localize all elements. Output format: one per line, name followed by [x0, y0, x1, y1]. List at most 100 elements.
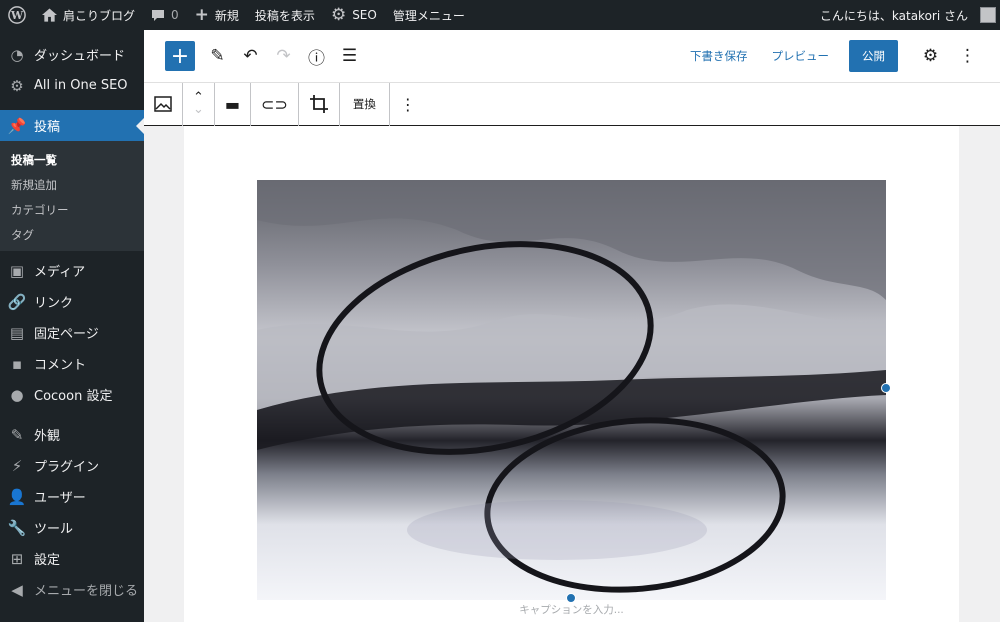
collapse-menu-button[interactable]: ◀ メニューを閉じる [0, 574, 144, 605]
align-button[interactable]: ▬ [215, 82, 252, 126]
sidebar-item-users[interactable]: 👤 ユーザー [0, 481, 144, 512]
sidebar-item-label: 外観 [34, 429, 61, 444]
caption-input[interactable]: キャプションを入力... [184, 602, 959, 617]
admin-menu-link[interactable]: 管理メニュー [385, 0, 473, 30]
sidebar-item-media[interactable]: ▣ メディア [0, 255, 144, 286]
link-icon: ⊂⊃ [261, 94, 288, 114]
editor-header: + ✎ ↶ ↷ ⓘ ☰ 下書き保存 プレビュー 公開 ⚙ ⋮ [144, 30, 1000, 83]
align-icon: ▬ [224, 94, 241, 114]
gear-icon: ⚙ [10, 76, 24, 95]
comment-icon: ▪ [11, 354, 23, 373]
gear-icon: ⚙ [922, 46, 939, 66]
replace-button[interactable]: 置換 [340, 82, 390, 126]
insert-link-button[interactable]: ⊂⊃ [251, 82, 299, 126]
sidebar-item-label: ツール [34, 522, 74, 537]
admin-bar: W 肩こりブログ 0 + 新規 投稿を表示 ⚙ SEO 管理メニュー こんにちは… [0, 0, 1000, 30]
site-name: 肩こりブログ [63, 8, 136, 23]
sidebar-item-label: メディア [34, 265, 86, 280]
list-view-button[interactable]: ☰ [333, 40, 366, 73]
avatar [980, 7, 996, 23]
sidebar-item-dashboard[interactable]: ◔ ダッシュボード [0, 39, 144, 70]
tools-button[interactable]: ✎ [201, 40, 234, 73]
sidebar-item-label: ユーザー [34, 491, 86, 506]
submenu-item-tags[interactable]: タグ [0, 222, 144, 247]
sidebar-item-label: All in One SEO [34, 78, 128, 93]
sidebar-item-posts[interactable]: 📌 投稿 [0, 110, 144, 141]
image-block-icon [154, 96, 172, 112]
settings-icon: ⊞ [10, 549, 24, 568]
sidebar-item-label: 設定 [34, 553, 61, 568]
admin-sidebar: ◔ ダッシュボード ⚙ All in One SEO 📌 投稿 投稿一覧 新規追… [0, 30, 144, 622]
sidebar-item-appearance[interactable]: ✎ 外観 [0, 419, 144, 450]
block-editor: + ✎ ↶ ↷ ⓘ ☰ 下書き保存 プレビュー 公開 ⚙ ⋮ ⌃ ⌄ ▬ ⊂⊃ [144, 30, 1000, 622]
sidebar-item-plugins[interactable]: ⚡ プラグイン [0, 450, 144, 481]
sidebar-item-label: Cocoon 設定 [34, 389, 113, 404]
sidebar-item-tools[interactable]: 🔧 ツール [0, 512, 144, 543]
settings-button[interactable]: ⚙ [914, 40, 947, 73]
sidebar-item-aioseo[interactable]: ⚙ All in One SEO [0, 70, 144, 101]
site-name-menu[interactable]: 肩こりブログ [34, 0, 143, 30]
seo-menu[interactable]: ⚙ SEO [323, 0, 385, 30]
sidebar-item-pages[interactable]: ▤ 固定ページ [0, 317, 144, 348]
comments-menu[interactable]: 0 [143, 0, 187, 30]
page-icon: ▤ [9, 323, 25, 342]
publish-button[interactable]: 公開 [849, 40, 898, 72]
posts-submenu: 投稿一覧 新規追加 カテゴリー タグ [0, 141, 144, 251]
editor-header-actions: 下書き保存 プレビュー 公開 ⚙ ⋮ [680, 40, 1000, 73]
sidebar-item-label: コメント [34, 358, 87, 373]
submenu-item-all-posts[interactable]: 投稿一覧 [0, 147, 144, 172]
collapse-arrow-icon: ◀ [11, 580, 23, 599]
resize-handle-right[interactable] [881, 383, 891, 393]
home-icon [42, 8, 57, 22]
sidebar-item-label: 固定ページ [34, 327, 99, 342]
seo-label: SEO [352, 8, 377, 22]
media-icon: ▣ [9, 261, 25, 280]
details-button[interactable]: ⓘ [300, 40, 333, 73]
replace-label: 置換 [352, 97, 376, 111]
pushpin-icon: 📌 [7, 116, 27, 135]
view-post-link[interactable]: 投稿を表示 [247, 0, 323, 30]
sidebar-item-label: 投稿 [34, 120, 61, 135]
wordpress-logo-menu[interactable]: W [0, 0, 34, 30]
gear-icon: ⚙ [330, 5, 347, 25]
vertical-ellipsis-icon: ⋮ [959, 46, 976, 66]
collapse-label: メニューを閉じる [34, 584, 139, 599]
view-post-label: 投稿を表示 [254, 8, 315, 23]
cocoon-icon: ● [10, 385, 24, 404]
photo-rubber-rings [257, 180, 886, 593]
account-menu[interactable]: こんにちは、katakori さん [812, 0, 1000, 30]
user-icon: 👤 [7, 487, 27, 506]
admin-menu-label: 管理メニュー [392, 8, 465, 23]
new-content-menu[interactable]: + 新規 [187, 0, 247, 30]
submenu-item-add-new[interactable]: 新規追加 [0, 172, 144, 197]
link-icon: 🔗 [7, 292, 27, 311]
wordpress-logo-icon: W [8, 6, 26, 24]
comments-count: 0 [171, 8, 179, 22]
comment-bubble-icon [152, 9, 165, 21]
sidebar-item-links[interactable]: 🔗 リンク [0, 286, 144, 317]
sidebar-item-cocoon[interactable]: ● Cocoon 設定 [0, 379, 144, 410]
plus-icon: + [170, 43, 190, 69]
wrench-icon: 🔧 [7, 518, 27, 537]
pencil-icon: ✎ [210, 46, 225, 66]
move-down-icon[interactable]: ⌄ [193, 103, 204, 116]
undo-button[interactable]: ↶ [234, 40, 267, 73]
more-options-button[interactable]: ⋮ [951, 40, 984, 73]
block-type-button[interactable] [144, 82, 183, 126]
block-movers: ⌃ ⌄ [183, 82, 215, 126]
sidebar-item-settings[interactable]: ⊞ 設定 [0, 543, 144, 574]
svg-text:W: W [10, 9, 24, 22]
image-block[interactable] [257, 180, 886, 600]
greeting-text: こんにちは、katakori さん [819, 8, 968, 23]
preview-button[interactable]: プレビュー [762, 48, 840, 64]
block-options-button[interactable]: ⋮ [390, 83, 426, 126]
submenu-item-categories[interactable]: カテゴリー [0, 197, 144, 222]
redo-button[interactable]: ↷ [267, 40, 300, 73]
save-draft-button[interactable]: 下書き保存 [680, 48, 758, 64]
undo-icon: ↶ [243, 46, 258, 66]
vertical-ellipsis-icon: ⋮ [399, 94, 416, 114]
sidebar-item-label: ダッシュボード [34, 49, 126, 64]
sidebar-item-comments[interactable]: ▪ コメント [0, 348, 144, 379]
add-block-button[interactable]: + [165, 41, 195, 71]
crop-button[interactable] [299, 82, 340, 126]
